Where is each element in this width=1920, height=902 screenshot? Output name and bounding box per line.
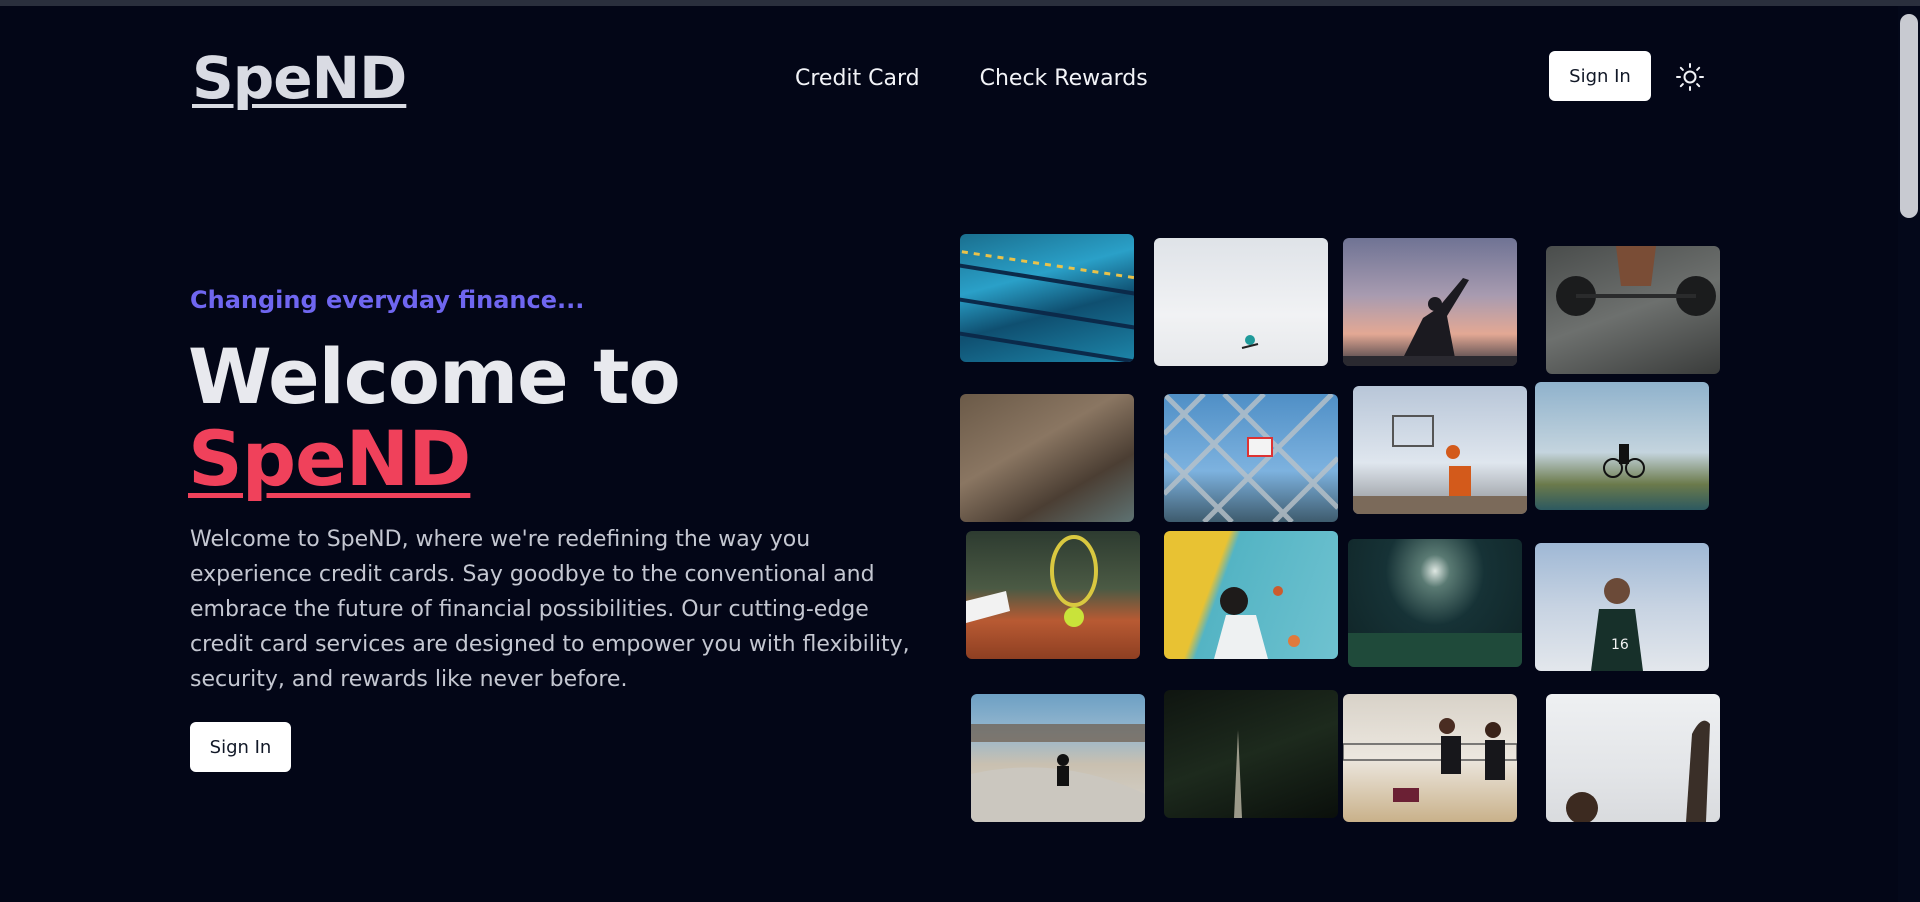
- logo[interactable]: SpeND: [192, 46, 407, 110]
- night-field-photo: [1348, 539, 1522, 667]
- sun-icon: [1676, 63, 1704, 91]
- yoga-silhouette-photo: [1343, 238, 1517, 366]
- hero-description: Welcome to SpeND, where we're redefining…: [190, 527, 910, 692]
- landing-page: SpeND Credit Card Check Rewards Sign In …: [0, 6, 1920, 902]
- climbing-hold-photo: [960, 394, 1134, 522]
- headline-prefix: Welcome to: [188, 332, 681, 421]
- page-scrollbar[interactable]: [1898, 6, 1920, 902]
- dark-sport-photo: [1164, 690, 1338, 818]
- scrollbar-thumb[interactable]: [1900, 14, 1918, 218]
- climbing-wall-photo: [1164, 531, 1338, 659]
- headline-brand: SpeND: [188, 414, 471, 503]
- snowboarder-photo: [1154, 238, 1328, 366]
- skatepark-photo: [971, 694, 1145, 822]
- svg-text:16: 16: [1611, 637, 1629, 653]
- main-nav: Credit Card Check Rewards: [795, 64, 1148, 94]
- nav-credit-card[interactable]: Credit Card: [795, 64, 920, 94]
- soccer-player-photo: 16: [1535, 543, 1709, 671]
- tennis-racket-photo: [966, 531, 1140, 659]
- hero-tagline: Changing everyday finance...: [190, 286, 585, 314]
- hero-sign-in-button[interactable]: Sign In: [190, 722, 291, 772]
- hero-headline: Welcome to SpeND: [188, 336, 681, 503]
- volleyball-photo: [1343, 694, 1517, 822]
- basketball-shot-photo: [1353, 386, 1527, 514]
- weightlifting-photo: [1546, 246, 1720, 374]
- theme-toggle-button[interactable]: [1675, 62, 1705, 92]
- swimming-pool-photo: [960, 234, 1134, 362]
- nav-check-rewards[interactable]: Check Rewards: [980, 64, 1148, 94]
- basketball-fence-photo: [1164, 394, 1338, 522]
- header-sign-in-button[interactable]: Sign In: [1549, 51, 1651, 101]
- mountain-biker-photo: [1535, 382, 1709, 510]
- basketball-hoop-photo: [1546, 694, 1720, 822]
